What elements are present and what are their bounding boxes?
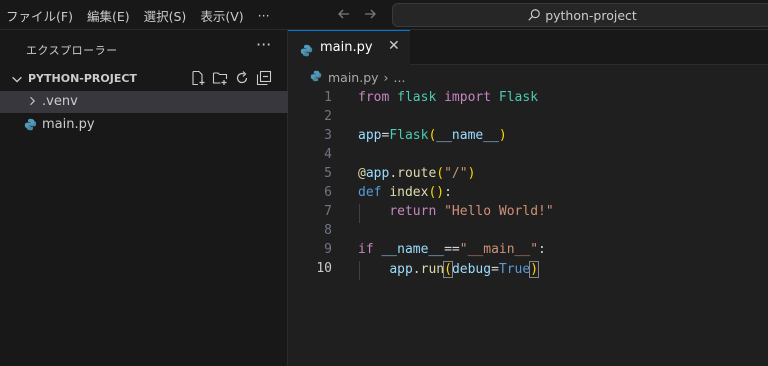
- line-number: 2: [324, 109, 332, 124]
- line-number: 9: [324, 242, 332, 257]
- tree-item-label: .venv: [42, 94, 78, 109]
- code-line: 8: [288, 223, 768, 242]
- code-line: 7 return "Hello World!": [288, 204, 768, 223]
- project-name: PYTHON-PROJECT: [28, 72, 137, 85]
- line-number: 10: [316, 261, 332, 276]
- python-file-icon: [24, 118, 37, 135]
- tree-item-label: main.py: [42, 117, 95, 132]
- search-icon: [528, 9, 541, 21]
- code-text: return "Hello World!": [389, 204, 554, 219]
- line-number: 4: [324, 147, 332, 162]
- new-file-icon[interactable]: [190, 70, 206, 90]
- new-folder-icon[interactable]: [212, 70, 228, 90]
- back-arrow-icon[interactable]: [336, 6, 352, 26]
- python-file-icon: [310, 70, 322, 85]
- close-icon[interactable]: ✕: [388, 38, 400, 54]
- code-line: 9 if __name__=="__main__":: [288, 242, 768, 261]
- code-editor[interactable]: 1 from flask import Flask 2 3 app=Flask(…: [288, 90, 768, 366]
- code-text: app=Flask(__name__): [358, 128, 507, 143]
- menu-file[interactable]: ファイル(F): [6, 6, 73, 25]
- explorer-title: エクスプローラー: [26, 44, 118, 57]
- line-number: 5: [324, 166, 332, 181]
- collapse-all-icon[interactable]: [256, 70, 272, 90]
- chevron-right-icon: [26, 95, 38, 111]
- command-center-search[interactable]: python-project: [392, 3, 768, 27]
- code-line: 2: [288, 109, 768, 128]
- breadcrumb: main.py › ...: [288, 66, 405, 88]
- explorer-more-button[interactable]: ···: [256, 35, 271, 54]
- python-file-icon: [300, 42, 313, 61]
- menu-selection[interactable]: 選択(S): [144, 6, 187, 25]
- chevron-down-icon: [10, 71, 24, 90]
- code-line: 3 app=Flask(__name__): [288, 128, 768, 147]
- menu-bar: ファイル(F) 編集(E) 選択(S) 表示(V) ···: [6, 0, 284, 30]
- tab-main-py[interactable]: main.py ✕: [288, 30, 410, 65]
- search-text: python-project: [545, 7, 637, 23]
- breadcrumb-symbols[interactable]: ...: [394, 70, 406, 85]
- code-text: def index():: [358, 185, 452, 200]
- tab-label: main.py: [320, 40, 373, 55]
- code-text: app.run(debug=True): [389, 261, 540, 278]
- line-number: 1: [324, 90, 332, 105]
- editor-tab-bar: main.py ✕: [288, 30, 768, 65]
- breadcrumb-separator: ›: [383, 69, 389, 85]
- menu-edit[interactable]: 編集(E): [87, 6, 130, 25]
- code-text: @app.route("/"): [358, 166, 476, 181]
- line-number: 3: [324, 128, 332, 143]
- code-line: 5 @app.route("/"): [288, 166, 768, 185]
- tree-item-venv[interactable]: .venv: [0, 91, 288, 113]
- project-section-header[interactable]: PYTHON-PROJECT: [0, 68, 288, 90]
- title-bar: ファイル(F) 編集(E) 選択(S) 表示(V) ··· python-pro…: [0, 0, 768, 30]
- tree-item-main-py[interactable]: main.py: [0, 114, 288, 136]
- forward-arrow-icon[interactable]: [362, 6, 378, 26]
- code-text: if __name__=="__main__":: [358, 242, 546, 257]
- refresh-icon[interactable]: [234, 70, 250, 90]
- code-line: 1 from flask import Flask: [288, 90, 768, 109]
- text-cursor: [538, 261, 540, 276]
- line-number: 8: [324, 223, 332, 238]
- code-line-current: 10 app.run(debug=True): [288, 261, 768, 280]
- line-number: 7: [324, 204, 332, 219]
- menu-view[interactable]: 表示(V): [200, 6, 243, 25]
- explorer-sidebar: エクスプローラー ··· PYTHON-PROJECT .venv main.p…: [0, 30, 288, 366]
- code-text: from flask import Flask: [358, 90, 539, 105]
- code-line: 6 def index():: [288, 185, 768, 204]
- breadcrumb-file[interactable]: main.py: [328, 70, 379, 85]
- line-number: 6: [324, 185, 332, 200]
- menu-more-button[interactable]: ···: [258, 8, 270, 23]
- code-line: 4: [288, 147, 768, 166]
